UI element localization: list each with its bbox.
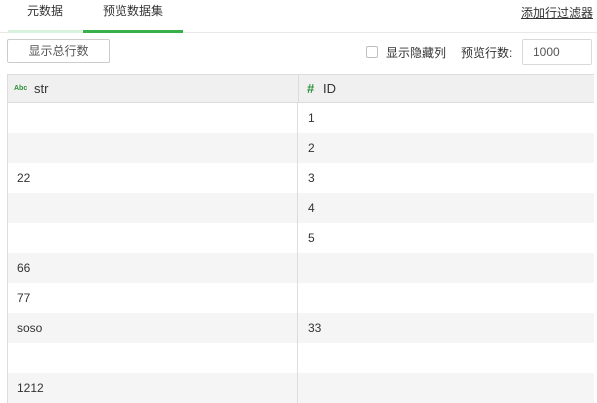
column-header-id[interactable]: # ID [299,75,594,102]
show-hidden-columns-label: 显示隐藏列 [386,46,447,60]
tab-metadata[interactable]: 元数据 [8,0,82,33]
show-total-rows-button[interactable]: 显示总行数 [7,39,110,63]
cell-id: 5 [308,231,315,245]
cell-str: soso [8,313,298,343]
tab-active-indicator [83,30,183,33]
table-row: 66 [8,253,594,283]
column-name: ID [323,81,336,96]
cell-str: 77 [8,283,298,313]
string-type-icon: Abc [14,85,28,92]
table-row: 77 [8,283,594,313]
cell-str [8,133,298,163]
tab-preview-dataset[interactable]: 预览数据集 [83,0,183,33]
cell-str: 1212 [8,373,298,403]
show-hidden-columns-checkbox[interactable] [366,46,378,58]
table-row: 1212 [8,373,594,403]
table-row: 4 [8,193,594,223]
cell-str [8,223,298,253]
cell-id: 33 [308,321,322,335]
cell-str [8,193,298,223]
cell-str [8,103,298,133]
tab-metadata-underline [8,30,82,33]
cell-id: 1 [308,111,315,125]
cell-id [299,343,594,373]
cell-id: 2 [308,141,315,155]
table-row: 2 [8,133,594,163]
cell-id: 3 [308,171,315,185]
table-body: 1 2 22 3 4 5 66 77 soso 33 1212 [8,103,594,403]
number-type-icon: # [307,81,315,96]
cell-id: 4 [308,201,315,215]
table-row: 22 3 [8,163,594,193]
cell-id [299,373,594,403]
cell-str: 22 [8,163,298,193]
data-table: Abc str # ID 1 2 22 3 4 5 66 77 soso 33 … [7,74,594,403]
table-row: 1 [8,103,594,133]
cell-id [299,283,594,313]
cell-str: 66 [8,253,298,283]
table-header: Abc str # ID [8,75,594,103]
table-row: soso 33 [8,313,594,343]
cell-str [8,343,298,373]
dataset-preview-panel: 元数据 预览数据集 添加行过滤器 显示总行数 显示隐藏列 预览行数: Abc s… [0,0,597,403]
table-row: 5 [8,223,594,253]
preview-rows-input[interactable] [522,39,592,65]
tab-bar: 元数据 预览数据集 添加行过滤器 [0,0,597,33]
column-header-str[interactable]: Abc str [8,75,299,102]
preview-rows-label: 预览行数: [461,46,513,60]
table-row [8,343,594,373]
cell-id [299,253,594,283]
tab-preview-dataset-label: 预览数据集 [102,4,163,18]
add-row-filter-link[interactable]: 添加行过滤器 [521,4,593,21]
column-name: str [34,81,49,96]
tab-metadata-label: 元数据 [26,4,63,18]
